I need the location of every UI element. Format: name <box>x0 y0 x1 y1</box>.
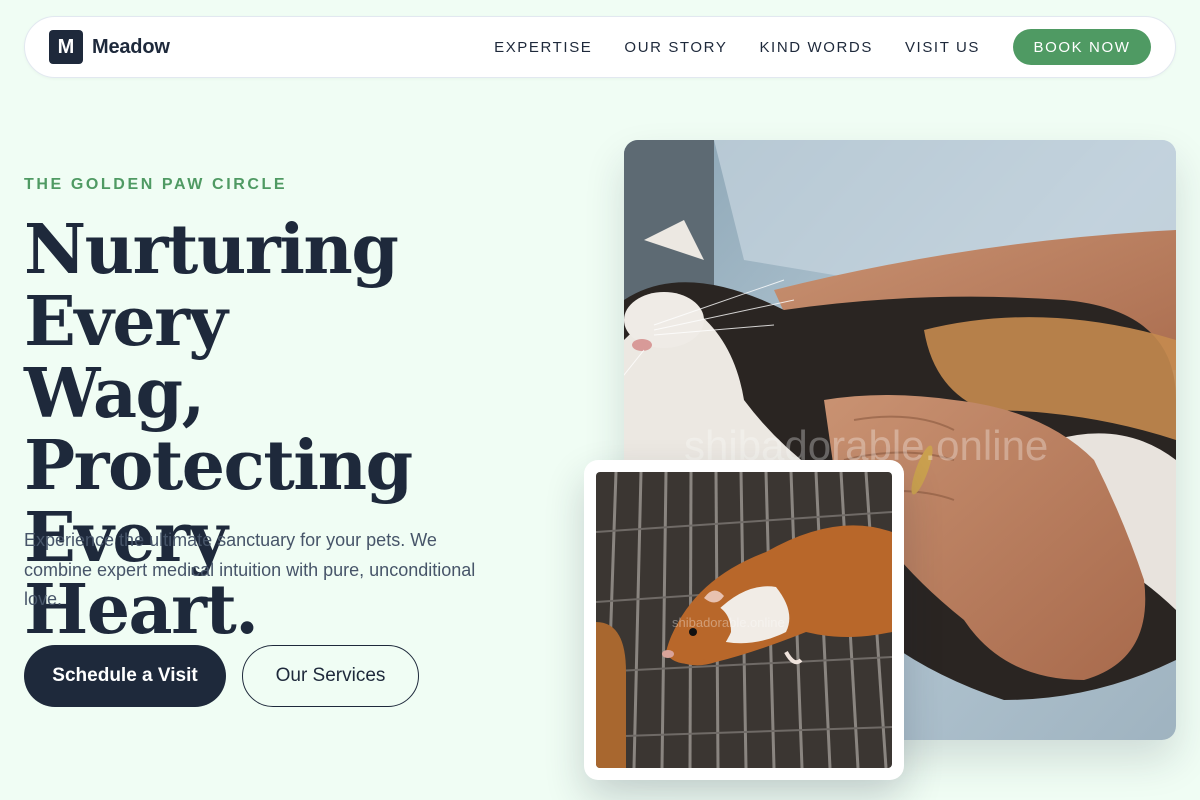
hero-eyebrow: THE GOLDEN PAW CIRCLE <box>24 176 288 193</box>
inset-photo-card: shibadorable.online <box>584 460 904 780</box>
hero-description: Experience the ultimate sanctuary for yo… <box>24 530 476 609</box>
nav-link-our-story[interactable]: OUR STORY <box>624 39 727 56</box>
nav-link-kind-words[interactable]: KIND WORDS <box>759 39 873 56</box>
headline-line: Wag, <box>24 354 205 434</box>
book-now-button[interactable]: BOOK NOW <box>1013 29 1151 65</box>
guinea-pig-photo: shibadorable.online <box>596 472 892 768</box>
nav-links: EXPERTISE OUR STORY KIND WORDS VISIT US <box>494 39 980 56</box>
nav-link-visit-us[interactable]: VISIT US <box>905 39 980 56</box>
our-services-button[interactable]: Our Services <box>242 645 419 707</box>
brand-name[interactable]: Meadow <box>92 36 170 59</box>
logo-mark[interactable]: M <box>49 30 83 64</box>
headline-line: Nurturing Every <box>24 210 399 362</box>
schedule-visit-button[interactable]: Schedule a Visit <box>24 645 226 707</box>
top-navigation: M Meadow EXPERTISE OUR STORY KIND WORDS … <box>24 16 1176 78</box>
guinea-pig-illustration: shibadorable.online <box>596 472 892 768</box>
nav-link-expertise[interactable]: EXPERTISE <box>494 39 592 56</box>
guinea-pig-watermark: shibadorable.online <box>672 615 785 630</box>
